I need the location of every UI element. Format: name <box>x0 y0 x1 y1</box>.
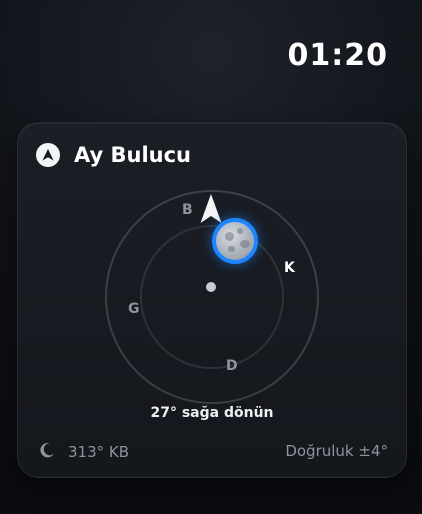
card-title: Ay Bulucu <box>74 143 192 167</box>
compass-center-dot <box>206 282 216 292</box>
crescent-moon-icon <box>38 441 56 463</box>
cardinal-south-label: D <box>226 358 238 374</box>
moon-icon <box>212 218 258 264</box>
heading-arrow-icon <box>199 193 223 225</box>
turn-instruction: 27° sağa dönün <box>150 405 274 421</box>
azimuth-readout: 313° KB <box>38 441 129 463</box>
navigation-arrow-icon <box>36 143 60 167</box>
cardinal-north-label: B <box>182 202 193 218</box>
accuracy-readout: Doğruluk ±4° <box>285 442 388 460</box>
azimuth-value: 313° KB <box>68 443 130 461</box>
card-header: Ay Bulucu <box>36 143 191 167</box>
cardinal-west-label: G <box>128 301 140 317</box>
status-time: 01:20 <box>287 38 388 73</box>
cardinal-east-label: K <box>284 260 295 276</box>
compass-dial: B K D G <box>105 190 319 404</box>
moon-finder-card[interactable]: Ay Bulucu B K D G 27° sağa dönün 313° KB <box>17 122 407 478</box>
